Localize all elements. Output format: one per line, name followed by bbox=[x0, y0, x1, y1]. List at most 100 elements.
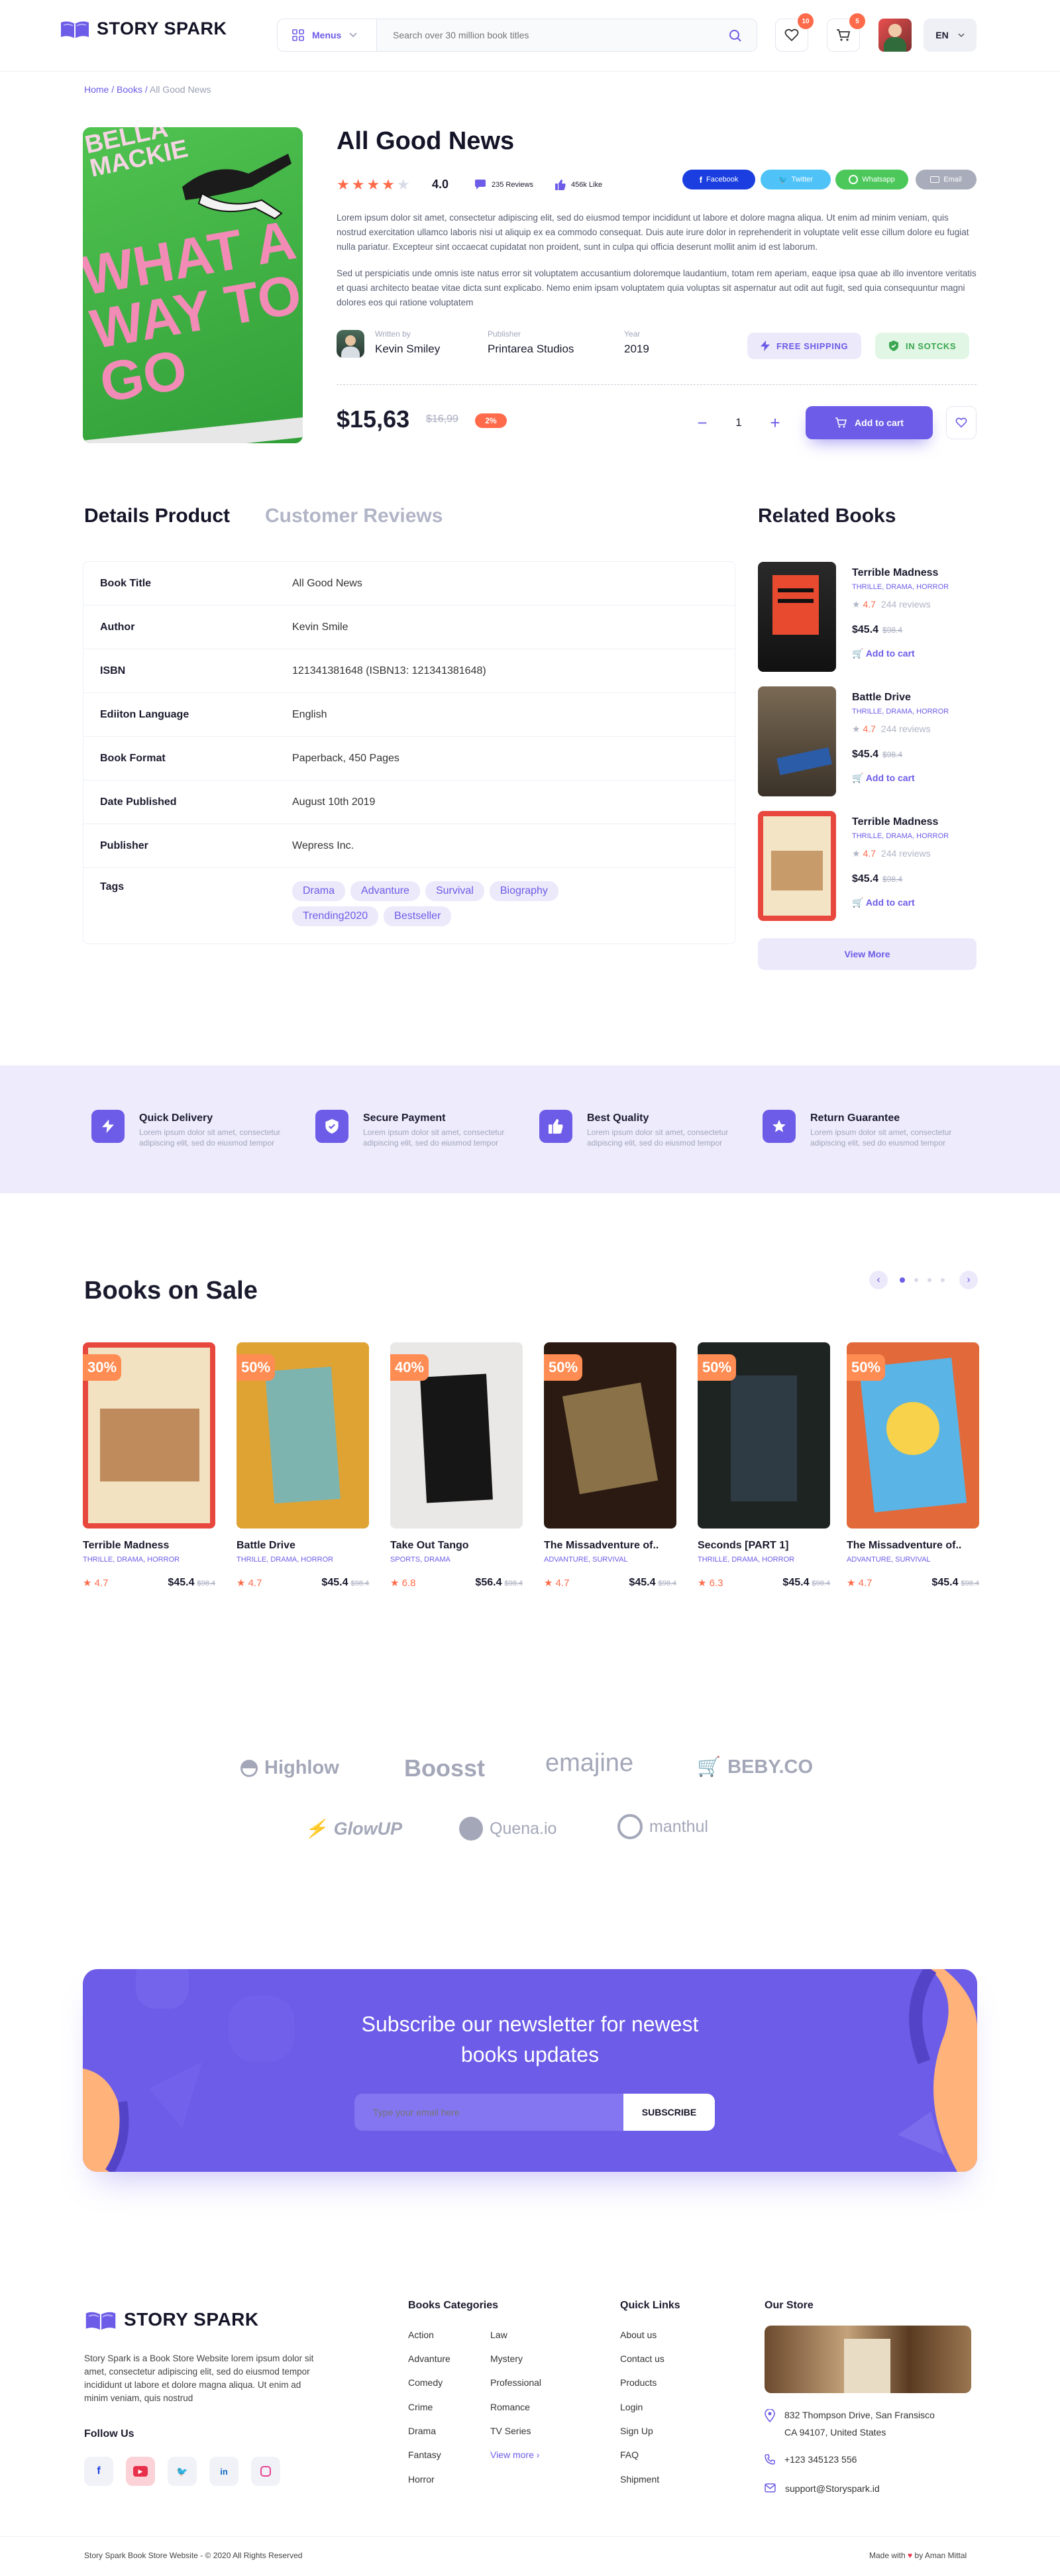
related-add-to-cart[interactable]: 🛒 Add to cart bbox=[852, 773, 915, 784]
sale-book-card[interactable]: 30% Terrible Madness THRILLE, DRAMA, HORR… bbox=[83, 1342, 215, 1607]
store-email[interactable]: support@Storyspark.id bbox=[765, 2483, 880, 2494]
wishlist-button[interactable]: 10 bbox=[775, 13, 814, 52]
heart-icon bbox=[784, 28, 799, 42]
twitter-link[interactable]: 🐦 bbox=[168, 2457, 197, 2486]
cart-icon: 🛒 bbox=[852, 897, 864, 908]
related-book-card[interactable]: Terrible Madness THRILLE, DRAMA, HORROR ★… bbox=[758, 562, 977, 672]
share-email-button[interactable]: Email bbox=[916, 170, 977, 189]
footer-link[interactable]: Mystery bbox=[490, 2353, 523, 2364]
add-to-cart-button[interactable]: Add to cart bbox=[806, 406, 933, 439]
related-book-cover bbox=[758, 811, 836, 921]
carousel-next-button[interactable]: › bbox=[959, 1271, 978, 1289]
facebook-link[interactable]: f bbox=[84, 2457, 113, 2486]
linkedin-icon: in bbox=[220, 2466, 228, 2477]
footer-link[interactable]: Advanture bbox=[408, 2353, 450, 2364]
star-icon: ★ bbox=[698, 1578, 707, 1589]
footer-link[interactable]: Drama bbox=[408, 2426, 436, 2436]
tag-chip[interactable]: Survival bbox=[425, 881, 484, 901]
newsletter-email-input[interactable] bbox=[354, 2094, 625, 2131]
footer-link[interactable]: Law bbox=[490, 2330, 507, 2340]
share-whatsapp-button[interactable]: Whatsapp bbox=[835, 170, 908, 189]
facebook-icon: f bbox=[97, 2465, 101, 2477]
newsletter-banner: Subscribe our newsletter for newest books… bbox=[83, 1969, 977, 2172]
share-twitter-button[interactable]: 🐦 Twitter bbox=[761, 170, 831, 189]
footer-logo[interactable]: STORY SPARK bbox=[84, 2308, 259, 2332]
user-avatar[interactable] bbox=[878, 19, 912, 52]
quantity-value[interactable]: 1 bbox=[735, 416, 741, 429]
related-book-cover bbox=[758, 686, 836, 796]
menus-dropdown[interactable]: Menus bbox=[277, 19, 376, 52]
youtube-link[interactable]: ▶ bbox=[126, 2457, 155, 2486]
footer-link[interactable]: Sign Up bbox=[620, 2426, 653, 2436]
carousel-dot[interactable] bbox=[941, 1278, 945, 1282]
tag-chip[interactable]: Trending2020 bbox=[292, 906, 379, 926]
lightning-icon bbox=[91, 1110, 125, 1143]
table-row: Date Published August 10th 2019 bbox=[83, 780, 735, 824]
tag-chip[interactable]: Biography bbox=[489, 881, 558, 901]
footer-link[interactable]: Romance bbox=[490, 2402, 530, 2412]
footer-link[interactable]: Crime bbox=[408, 2402, 433, 2412]
related-add-to-cart[interactable]: 🛒 Add to cart bbox=[852, 648, 915, 659]
footer-link[interactable]: Products bbox=[620, 2377, 657, 2388]
product-title: All Good News bbox=[337, 127, 515, 155]
footer-link[interactable]: Horror bbox=[408, 2474, 435, 2485]
sale-book-card[interactable]: 40% Take Out Tango SPORTS, DRAMA ★ 6.8 $5… bbox=[390, 1342, 523, 1607]
related-book-card[interactable]: Terrible Madness THRILLE, DRAMA, HORROR ★… bbox=[758, 811, 977, 921]
tag-chip[interactable]: Advanture bbox=[350, 881, 420, 901]
sale-book-card[interactable]: 50% Battle Drive THRILLE, DRAMA, HORROR ★… bbox=[237, 1342, 369, 1607]
carousel-dot[interactable] bbox=[900, 1277, 905, 1283]
breadcrumb-current: All Good News bbox=[149, 84, 211, 95]
breadcrumb-home[interactable]: Home bbox=[84, 84, 109, 95]
breadcrumb-books[interactable]: Books bbox=[117, 84, 142, 95]
tab-customer-reviews[interactable]: Customer Reviews bbox=[265, 505, 443, 527]
sale-book-card[interactable]: 50% Seconds [PART 1] THRILLE, DRAMA, HORR… bbox=[698, 1342, 830, 1607]
reviews-count[interactable]: 235 Reviews bbox=[474, 180, 533, 190]
footer-link[interactable]: About us bbox=[620, 2330, 657, 2340]
tag-chip[interactable]: Bestseller bbox=[384, 906, 452, 926]
star-icon: ★ bbox=[852, 848, 861, 859]
site-logo[interactable]: STORY SPARK bbox=[60, 17, 227, 40]
discount-badge: 40% bbox=[390, 1354, 429, 1381]
footer-link[interactable]: TV Series bbox=[490, 2426, 531, 2436]
footer-link[interactable]: Action bbox=[408, 2330, 434, 2340]
likes-count[interactable]: 456k Like bbox=[555, 180, 602, 190]
linkedin-link[interactable]: in bbox=[209, 2457, 238, 2486]
quantity-decrease-button[interactable]: − bbox=[689, 409, 716, 436]
tag-chip[interactable]: Drama bbox=[292, 881, 346, 901]
tab-details[interactable]: Details Product bbox=[84, 505, 230, 527]
footer-link[interactable]: Login bbox=[620, 2402, 643, 2412]
instagram-link[interactable] bbox=[251, 2457, 280, 2486]
subscribe-button[interactable]: SUBSCRIBE bbox=[623, 2094, 715, 2131]
sale-book-card[interactable]: 50% The Missadventure of.. ADVANTURE, SUR… bbox=[544, 1342, 676, 1607]
cart-button[interactable]: 5 bbox=[827, 13, 865, 52]
store-phone[interactable]: +123 345123 556 bbox=[765, 2454, 857, 2465]
footer-link[interactable]: Contact us bbox=[620, 2353, 664, 2364]
carousel-dot[interactable] bbox=[928, 1278, 931, 1282]
rating-value: 4.0 bbox=[432, 178, 449, 191]
search-input[interactable] bbox=[377, 19, 702, 51]
related-book-cover bbox=[758, 562, 836, 672]
search-icon[interactable] bbox=[729, 29, 742, 42]
view-more-button[interactable]: View More bbox=[758, 938, 977, 970]
quantity-increase-button[interactable]: + bbox=[762, 409, 788, 436]
carousel-prev-button[interactable]: ‹ bbox=[869, 1271, 888, 1289]
carousel-dot[interactable] bbox=[914, 1278, 918, 1282]
footer-link[interactable]: Comedy bbox=[408, 2377, 443, 2388]
related-book-card[interactable]: Battle Drive THRILLE, DRAMA, HORROR ★ 4.7… bbox=[758, 686, 977, 796]
footer-about: Story Spark is a Book Store Website lore… bbox=[84, 2353, 314, 2403]
footer-link[interactable]: FAQ bbox=[620, 2449, 639, 2460]
footer-link[interactable]: Shipment bbox=[620, 2474, 659, 2485]
shield-check-icon bbox=[889, 341, 898, 351]
menus-label: Menus bbox=[312, 30, 342, 40]
footer-link[interactable]: Professional bbox=[490, 2377, 541, 2388]
share-facebook-button[interactable]: f Facebook bbox=[682, 170, 755, 189]
add-to-wishlist-button[interactable] bbox=[946, 406, 977, 439]
newsletter-title: Subscribe our newsletter for newest books… bbox=[361, 2012, 699, 2066]
star-badge-icon bbox=[763, 1110, 796, 1143]
table-row-tags: Tags Drama Advanture Survival BiographyTren… bbox=[83, 868, 735, 943]
language-selector[interactable]: EN bbox=[924, 19, 977, 52]
sale-book-card[interactable]: 50% The Missadventure of.. ADVANTURE, SUR… bbox=[847, 1342, 979, 1607]
footer-link[interactable]: Fantasy bbox=[408, 2449, 441, 2460]
view-more-link[interactable]: View more › bbox=[490, 2449, 539, 2460]
related-add-to-cart[interactable]: 🛒 Add to cart bbox=[852, 897, 915, 908]
